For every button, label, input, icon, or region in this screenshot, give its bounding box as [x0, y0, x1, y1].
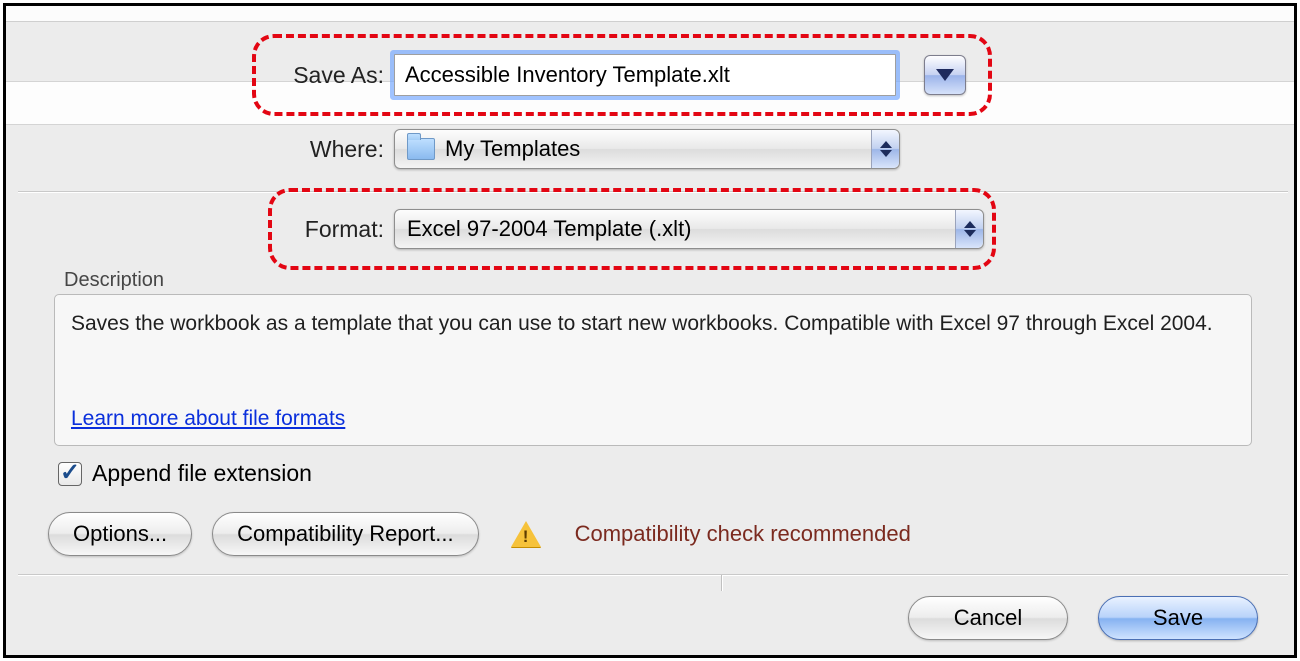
sheet-top-band [6, 6, 1294, 22]
filename-input[interactable] [394, 54, 896, 96]
format-label: Format: [274, 216, 384, 243]
save-as-row: Save As: [274, 54, 966, 96]
description-text: Saves the workbook as a template that yo… [71, 309, 1235, 338]
compatibility-report-button[interactable]: Compatibility Report... [212, 512, 478, 556]
separator [18, 191, 1288, 192]
checkmark-icon: ✓ [60, 463, 80, 483]
separator-notch [721, 575, 722, 591]
separator [18, 574, 1288, 575]
format-popup[interactable]: Excel 97-2004 Template (.xlt) [394, 209, 984, 249]
where-row: Where: My Templates [274, 129, 900, 169]
append-extension-checkbox[interactable]: ✓ [58, 462, 82, 486]
compatibility-warning-text: Compatibility check recommended [575, 521, 911, 547]
where-popup[interactable]: My Templates [394, 129, 900, 169]
expand-browser-button[interactable] [924, 55, 966, 95]
cancel-button[interactable]: Cancel [908, 596, 1068, 640]
save-as-label: Save As: [274, 62, 384, 89]
save-dialog: Save As: Where: My Templates Format: Exc… [3, 3, 1297, 658]
chevron-down-icon [936, 69, 954, 81]
format-value: Excel 97-2004 Template (.xlt) [407, 216, 692, 242]
description-box: Saves the workbook as a template that yo… [54, 294, 1252, 446]
learn-more-link[interactable]: Learn more about file formats [71, 407, 345, 431]
options-button[interactable]: Options... [48, 512, 192, 556]
updown-arrows-icon [955, 210, 983, 248]
dialog-buttons: Cancel Save [908, 596, 1258, 640]
format-row: Format: Excel 97-2004 Template (.xlt) [274, 209, 984, 249]
description-heading: Description [64, 269, 164, 292]
folder-icon [407, 138, 435, 160]
where-value: My Templates [445, 136, 580, 162]
options-row: Options... Compatibility Report... Compa… [48, 512, 911, 556]
where-label: Where: [274, 136, 384, 163]
append-extension-label: Append file extension [92, 460, 312, 487]
append-extension-row[interactable]: ✓ Append file extension [58, 460, 312, 487]
warning-icon [511, 521, 541, 547]
updown-arrows-icon [871, 130, 899, 168]
save-button[interactable]: Save [1098, 596, 1258, 640]
